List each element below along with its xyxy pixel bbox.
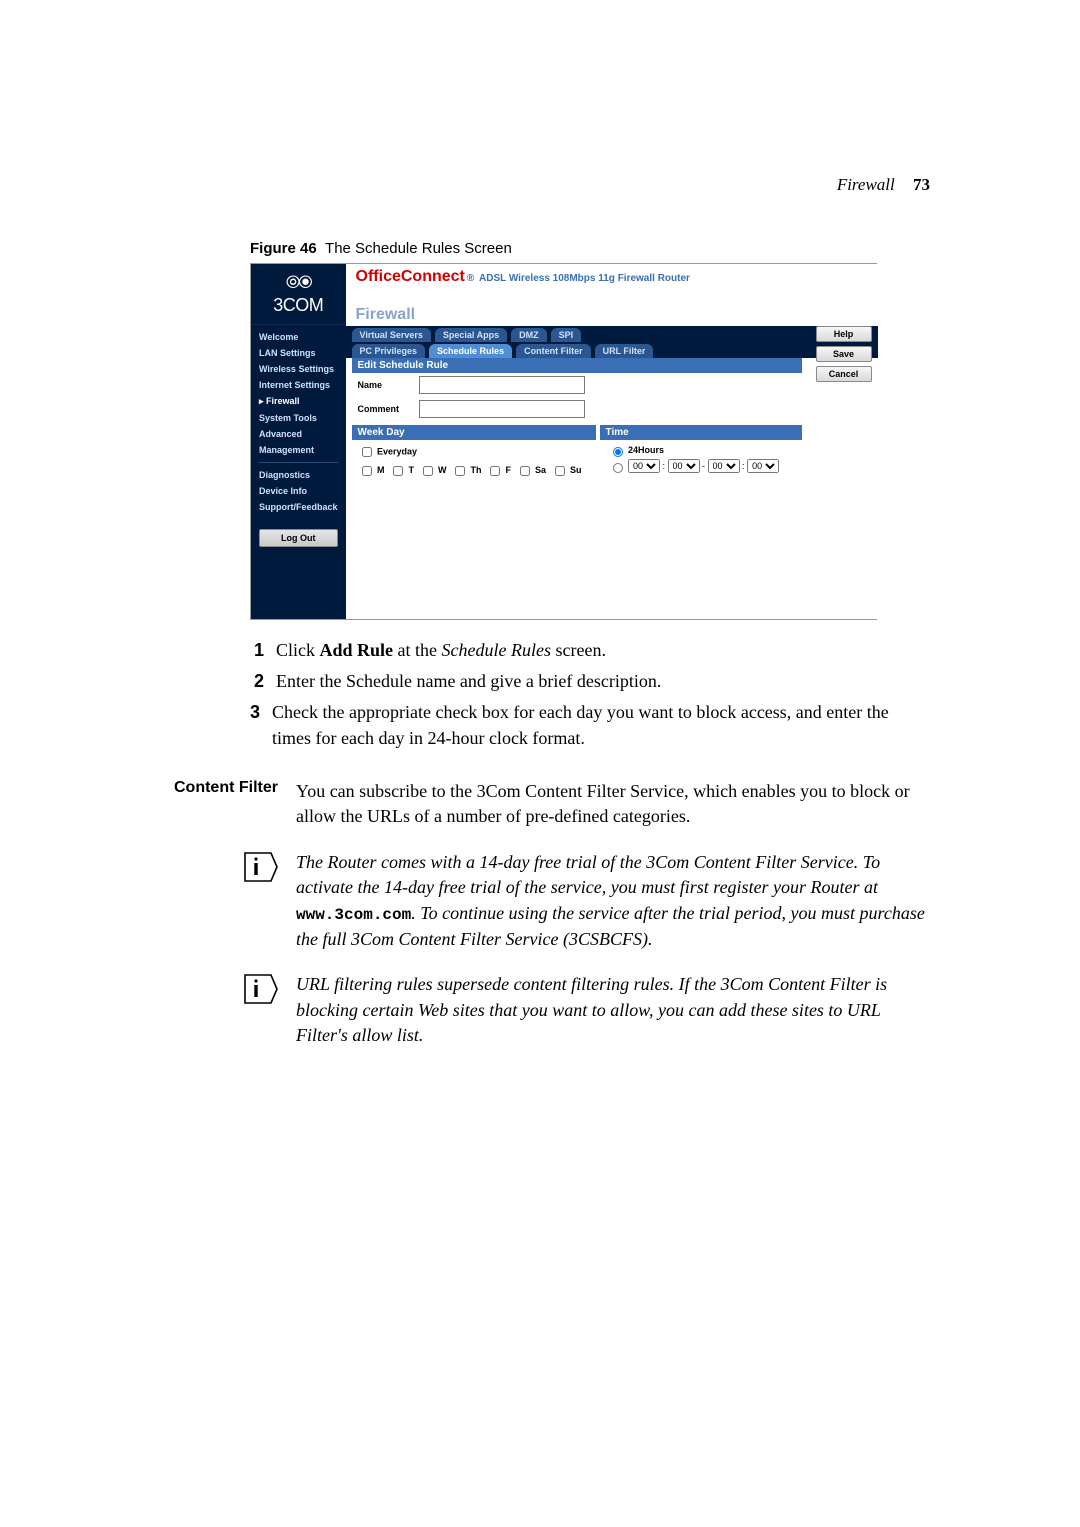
brand-icon: ⦾⦿	[286, 272, 311, 293]
product-name: OfficeConnect	[356, 268, 465, 285]
day-checkbox[interactable]	[362, 466, 372, 476]
comment-input[interactable]	[419, 400, 585, 418]
product-sub: ADSL Wireless 108Mbps 11g Firewall Route…	[479, 273, 690, 284]
name-label: Name	[358, 380, 413, 390]
day-checkbox[interactable]	[455, 466, 465, 476]
info-note: The Router comes with a 14-day free tria…	[150, 850, 930, 952]
day-option[interactable]: Sa	[516, 465, 549, 475]
day-checkbox[interactable]	[393, 466, 403, 476]
info-text: URL filtering rules supersede content fi…	[296, 972, 930, 1049]
nav-internet-settings[interactable]: Internet Settings	[251, 377, 346, 393]
info-note: URL filtering rules supersede content fi…	[150, 972, 930, 1049]
tab-dmz[interactable]: DMZ	[511, 328, 547, 342]
app-sidebar: ⦾⦿ 3COM Welcome LAN Settings Wireless Se…	[251, 264, 346, 619]
content-filter-section: Content Filter You can subscribe to the …	[150, 779, 930, 830]
day-checkbox[interactable]	[520, 466, 530, 476]
day-option[interactable]: T	[389, 465, 417, 475]
tab-pc-privileges[interactable]: PC Privileges	[352, 344, 426, 358]
time-to-m[interactable]: 00	[747, 459, 779, 473]
section-body: You can subscribe to the 3Com Content Fi…	[296, 779, 930, 830]
tab-spi[interactable]: SPI	[551, 328, 582, 342]
list-item: 1 Click Add Rule at the Schedule Rules s…	[250, 638, 930, 663]
nav-device-info[interactable]: Device Info	[251, 483, 346, 499]
day-checkbox[interactable]	[490, 466, 500, 476]
day-option[interactable]: Th	[451, 465, 484, 475]
nav-diagnostics[interactable]: Diagnostics	[251, 467, 346, 483]
time-24h-option[interactable]: 24Hours	[608, 444, 780, 457]
day-option[interactable]: M	[358, 465, 388, 475]
nav-management[interactable]: Management	[251, 442, 346, 458]
cancel-button[interactable]: Cancel	[816, 366, 872, 382]
nav-primary: Welcome LAN Settings Wireless Settings I…	[251, 325, 346, 519]
panel-title: Edit Schedule Rule	[352, 358, 802, 373]
nav-firewall[interactable]: Firewall	[251, 393, 346, 410]
day-option[interactable]: Su	[551, 465, 582, 475]
time-from-m[interactable]: 00	[668, 459, 700, 473]
screenshot: ⦾⦿ 3COM Welcome LAN Settings Wireless Se…	[250, 263, 877, 620]
comment-label: Comment	[358, 404, 413, 414]
brand-bar: OfficeConnect® ADSL Wireless 108Mbps 11g…	[346, 264, 878, 306]
day-checkbox[interactable]	[555, 466, 565, 476]
help-button[interactable]: Help	[816, 326, 872, 342]
tab-url-filter[interactable]: URL Filter	[595, 344, 654, 358]
info-icon	[150, 850, 278, 952]
running-header: Firewall 73	[150, 175, 930, 195]
time-range-option[interactable]: 00 : 00 - 00 : 00	[608, 459, 780, 473]
save-button[interactable]: Save	[816, 346, 872, 362]
nav-advanced[interactable]: Advanced	[251, 426, 346, 442]
day-option[interactable]: F	[486, 465, 514, 475]
day-checkbox[interactable]	[423, 466, 433, 476]
figure-caption: Figure 46 The Schedule Rules Screen	[250, 240, 930, 257]
nav-support[interactable]: Support/Feedback	[251, 499, 346, 515]
nav-welcome[interactable]: Welcome	[251, 329, 346, 345]
brand-text: 3COM	[273, 295, 323, 316]
logout-button[interactable]: Log Out	[259, 529, 338, 547]
day-option[interactable]: W	[419, 465, 450, 475]
info-icon	[150, 972, 278, 1049]
nav-system-tools[interactable]: System Tools	[251, 410, 346, 426]
tab-content-filter[interactable]: Content Filter	[516, 344, 591, 358]
page-number: 73	[913, 175, 930, 194]
steps-list: 1 Click Add Rule at the Schedule Rules s…	[250, 638, 930, 751]
name-input[interactable]	[419, 376, 585, 394]
everyday-checkbox[interactable]	[362, 447, 372, 457]
breadcrumb: Firewall	[346, 306, 878, 326]
list-item: 3 Check the appropriate check box for ea…	[250, 700, 930, 750]
nav-lan-settings[interactable]: LAN Settings	[251, 345, 346, 361]
weekday-header: Week Day	[352, 425, 596, 440]
section-name: Firewall	[837, 175, 895, 194]
info-text: The Router comes with a 14-day free tria…	[296, 850, 930, 952]
time-range-radio[interactable]	[613, 463, 623, 473]
tab-schedule-rules[interactable]: Schedule Rules	[429, 344, 512, 358]
tabs: Virtual Servers Special Apps DMZ SPI PC …	[346, 326, 878, 358]
list-item: 2 Enter the Schedule name and give a bri…	[250, 669, 930, 694]
time-to-h[interactable]: 00	[708, 459, 740, 473]
time-24h-radio[interactable]	[613, 447, 623, 457]
nav-wireless-settings[interactable]: Wireless Settings	[251, 361, 346, 377]
everyday-option[interactable]: Everyday	[358, 444, 594, 460]
brand-logo: ⦾⦿ 3COM	[251, 264, 346, 325]
time-header: Time	[600, 425, 802, 440]
tab-virtual-servers[interactable]: Virtual Servers	[352, 328, 431, 342]
time-from-h[interactable]: 00	[628, 459, 660, 473]
nav-separator	[259, 462, 338, 463]
app-main: OfficeConnect® ADSL Wireless 108Mbps 11g…	[346, 264, 878, 619]
section-heading: Content Filter	[150, 779, 278, 830]
days-row: M T W Th F Sa Su	[358, 465, 584, 475]
tab-special-apps[interactable]: Special Apps	[435, 328, 507, 342]
